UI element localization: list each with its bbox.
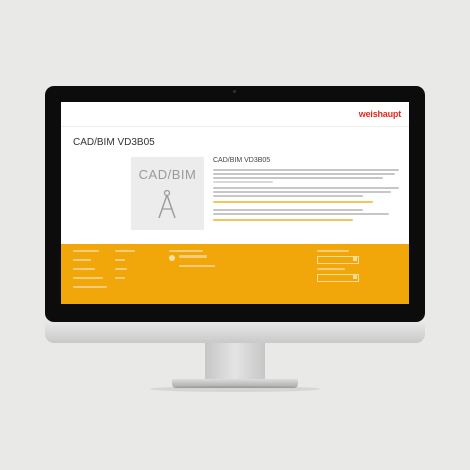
stand-shadow [150,386,320,392]
text-line [213,187,399,189]
footer-selectors [317,250,349,255]
info-title: CAD/BIM VD3B05 [213,157,271,164]
monitor-screen: weishaupt CAD/BIM VD3B05 CAD/BIM CAD/BIM… [61,102,409,304]
monitor-chin [45,322,425,343]
text-line [213,191,391,193]
footer-link[interactable] [73,259,91,261]
product-scene: weishaupt CAD/BIM VD3B05 CAD/BIM CAD/BIM… [0,0,470,470]
phone-number[interactable] [179,255,207,258]
footer-link[interactable] [115,259,125,261]
monitor-bezel: weishaupt CAD/BIM VD3B05 CAD/BIM CAD/BIM… [45,86,425,322]
chevron-down-icon [353,257,357,261]
product-info: CAD/BIM VD3B05 [213,157,399,223]
footer-link[interactable] [115,250,135,252]
site-header: weishaupt [61,102,409,126]
monitor-stand-neck [205,343,265,381]
footer-link[interactable] [115,277,125,279]
drafting-compass-icon [158,190,176,219]
preview-label: CAD/BIM [138,167,197,182]
text-line [213,177,383,179]
footer-selectors-2 [317,268,345,273]
text-line [213,181,273,183]
footer-email[interactable] [179,265,215,267]
footer-text [169,250,203,252]
page-title: CAD/BIM VD3B05 [73,137,155,148]
text-line [213,213,389,215]
contact-link[interactable] [213,219,353,221]
text-line [213,209,363,211]
weishaupt-logo[interactable]: weishaupt [359,109,401,119]
language-select[interactable] [317,274,359,282]
text-line [213,173,395,175]
footer-link[interactable] [73,277,103,279]
selector-label [317,250,349,252]
download-link[interactable] [213,201,373,203]
chevron-down-icon [353,275,357,279]
cad-preview-image: CAD/BIM [131,157,204,230]
footer-link[interactable] [73,250,99,252]
selector-label [317,268,345,270]
footer-link[interactable] [73,286,107,288]
header-divider [61,126,409,127]
footer-col-2 [115,250,135,286]
country-select[interactable] [317,256,359,264]
footer-link[interactable] [73,268,95,270]
footer-col-1 [73,250,107,295]
text-line [213,169,399,171]
site-footer [61,244,409,304]
text-line [213,195,363,197]
footer-link[interactable] [115,268,127,270]
footer-phone [179,255,215,274]
camera-dot [233,90,236,93]
